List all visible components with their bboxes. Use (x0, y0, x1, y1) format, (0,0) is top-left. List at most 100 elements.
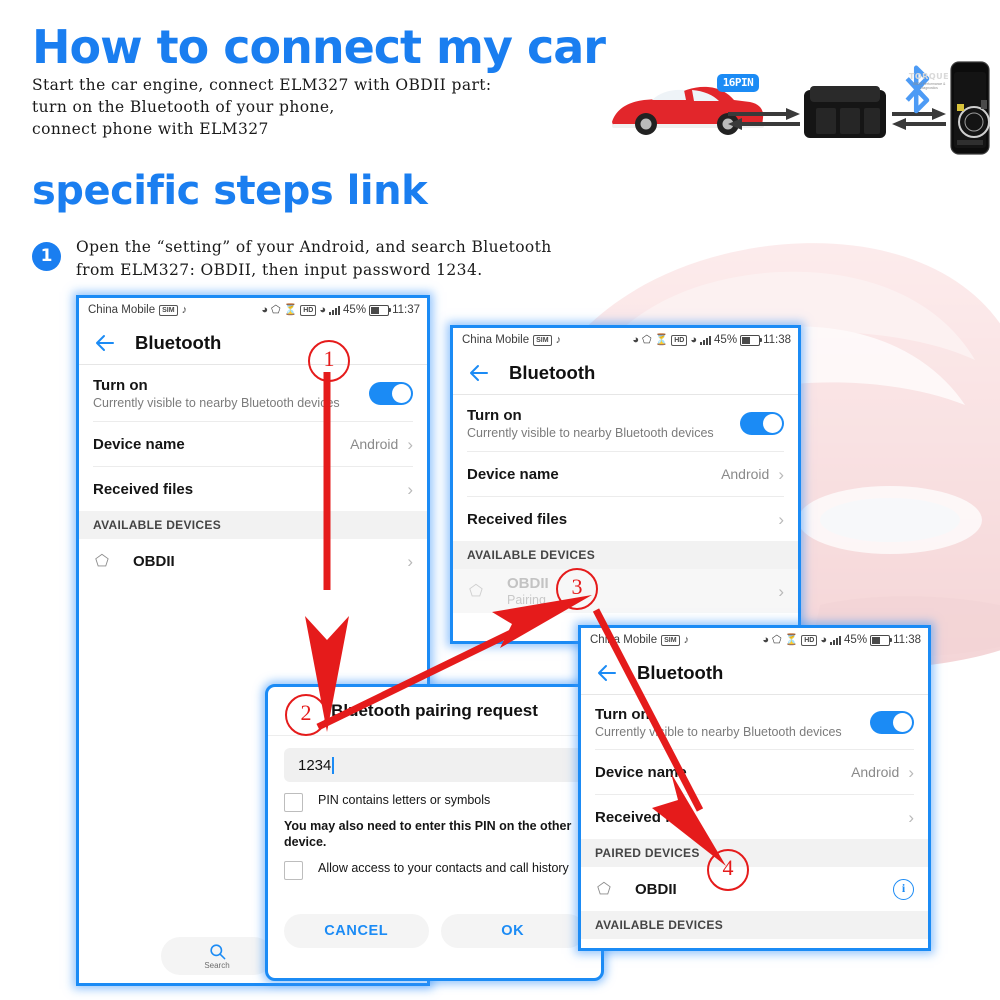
appbar-4: Bluetooth (581, 652, 928, 695)
battery-percent-label: 45% (343, 304, 367, 316)
pin-input[interactable]: 1234 (284, 748, 585, 782)
row-received-files[interactable]: Received files › (581, 795, 928, 839)
back-arrow-icon[interactable] (93, 331, 117, 355)
intro-paragraph: Start the car engine, connect ELM327 wit… (32, 74, 592, 140)
step-1-block: 1 Open the “setting” of your Android, an… (32, 236, 592, 282)
row-turn-on[interactable]: Turn on Currently visible to nearby Blue… (79, 365, 427, 421)
music-icon: ♪ (555, 333, 562, 346)
row-device-name-value: Android (721, 466, 770, 482)
bluetooth-toggle[interactable] (740, 411, 784, 435)
row-received-files-label: Received files (467, 510, 568, 528)
device-name-label: OBDII (635, 880, 677, 898)
appbar-title: Bluetooth (509, 362, 596, 383)
clock-label: 11:38 (763, 334, 791, 346)
chevron-right-icon: › (778, 509, 784, 529)
search-icon (209, 944, 225, 960)
checkbox-pin-letters-label: PIN contains letters or symbols (318, 793, 491, 807)
device-info-icon[interactable]: i (893, 878, 914, 900)
checkbox-contacts-access[interactable] (284, 861, 303, 880)
row-turn-on-label: Turn on (467, 406, 522, 424)
obd-adapter-icon (804, 86, 886, 138)
appbar-title: Bluetooth (637, 662, 724, 683)
phone-torque-app-icon (950, 61, 990, 155)
phone-screenshot-4: China Mobile SIM ♪ ◕ ⬠ ⏳ HD ◕ 45% 11:38 … (578, 625, 931, 951)
hd-icon: HD (671, 334, 688, 346)
clock-label: 11:38 (893, 634, 921, 646)
row-device-name[interactable]: Device name Android › (581, 750, 928, 794)
intro-line-1: Start the car engine, connect ELM327 wit… (32, 76, 492, 94)
battery-icon (369, 304, 392, 316)
row-turn-on-sub: Currently visible to nearby Bluetooth de… (595, 724, 842, 739)
intro-line-3: connect phone with ELM327 (32, 120, 269, 138)
checkbox-row-contacts-access[interactable]: Allow access to your contacts and call h… (268, 850, 601, 880)
bluetooth-icon: ⬠ (641, 333, 652, 346)
status-bar-4: China Mobile SIM ♪ ◕ ⬠ ⏳ HD ◕ 45% 11:38 (581, 628, 928, 652)
device-row-obdii[interactable]: ⬠ OBDII › (79, 539, 427, 583)
step-1-line-1: Open the “setting” of your Android, and … (76, 238, 552, 256)
status-bar-2: China Mobile SIM ♪ ◕ ⬠ ⏳ HD ◕ 45% 11:38 (453, 328, 798, 352)
back-arrow-icon[interactable] (595, 661, 619, 685)
headset-icon: ◕ (261, 303, 268, 316)
wifi-icon: ◕ (319, 303, 327, 316)
cancel-button[interactable]: CANCEL (284, 914, 429, 948)
device-row-obdii-paired[interactable]: ⬠ OBDII i (581, 867, 928, 911)
row-turn-on-sub: Currently visible to nearby Bluetooth de… (93, 395, 340, 410)
battery-percent-label: 45% (714, 334, 738, 346)
back-arrow-icon[interactable] (467, 361, 491, 385)
row-turn-on[interactable]: Turn on Currently visible to nearby Blue… (581, 695, 928, 749)
chevron-right-icon: › (778, 581, 784, 601)
row-received-files[interactable]: Received files › (453, 497, 798, 541)
checkbox-row-pin-letters[interactable]: PIN contains letters or symbols (268, 786, 601, 812)
bluetooth-toggle[interactable] (870, 710, 914, 734)
callout-3: 3 (556, 568, 598, 610)
step-1-badge: 1 (32, 242, 61, 271)
alarm-icon: ⏳ (654, 333, 669, 346)
carrier-label: China Mobile (88, 304, 156, 316)
checkbox-pin-letters[interactable] (284, 793, 303, 812)
chevron-right-icon: › (908, 762, 914, 782)
section-header-available-devices: AVAILABLE DEVICES (79, 511, 427, 539)
ok-button[interactable]: OK (440, 914, 585, 948)
chevron-right-icon: › (407, 479, 413, 499)
row-device-name-value: Android (350, 436, 399, 452)
infographic-canvas: How to connect my car Start the car engi… (0, 0, 1000, 1000)
search-button[interactable]: Search (161, 937, 273, 975)
row-device-name[interactable]: Device name Android › (79, 422, 427, 466)
pin-input-value: 1234 (298, 756, 332, 774)
callout-1: 1 (308, 340, 350, 382)
dialog-button-row: CANCEL OK (268, 900, 601, 960)
sim-icon: SIM (661, 634, 680, 646)
bluetooth-device-icon: ⬠ (95, 553, 109, 570)
row-device-name-label: Device name (93, 435, 185, 453)
dialog-hint: You may also need to enter this PIN on t… (284, 819, 572, 849)
section-header-available-devices: AVAILABLE DEVICES (453, 541, 798, 569)
bluetooth-device-icon: ⬠ (597, 881, 611, 898)
row-turn-on[interactable]: Turn on Currently visible to nearby Blue… (453, 395, 798, 451)
row-received-files-label: Received files (595, 808, 696, 826)
music-icon: ♪ (683, 633, 690, 646)
appbar-title: Bluetooth (135, 332, 222, 353)
clock-label: 11:37 (392, 304, 420, 316)
row-device-name-value: Android (851, 764, 900, 780)
wifi-icon: ◕ (820, 633, 828, 646)
row-received-files[interactable]: Received files › (79, 467, 427, 511)
signal-icon (700, 335, 712, 345)
callout-2: 2 (285, 694, 327, 736)
bluetooth-device-icon: ⬠ (469, 583, 483, 600)
row-device-name[interactable]: Device name Android › (453, 452, 798, 496)
appbar-1: Bluetooth (79, 322, 427, 365)
chevron-right-icon: › (407, 434, 413, 454)
device-name-label: OBDII (507, 575, 549, 592)
device-name-label: OBDII (133, 552, 175, 570)
battery-icon (870, 634, 893, 646)
alarm-icon: ⏳ (283, 303, 298, 316)
device-row-obdii-pairing[interactable]: ⬠ OBDII Pairing... › (453, 569, 798, 613)
headset-icon: ◕ (762, 633, 769, 646)
torque-app-sublabel: OBD2 Performance & Diagnostics (912, 82, 946, 90)
sim-icon: SIM (533, 334, 552, 346)
bluetooth-toggle[interactable] (369, 381, 413, 405)
alarm-icon: ⏳ (784, 633, 799, 646)
carrier-label: China Mobile (462, 334, 530, 346)
battery-icon (740, 334, 763, 346)
section-subtitle: specific steps link (32, 168, 428, 214)
